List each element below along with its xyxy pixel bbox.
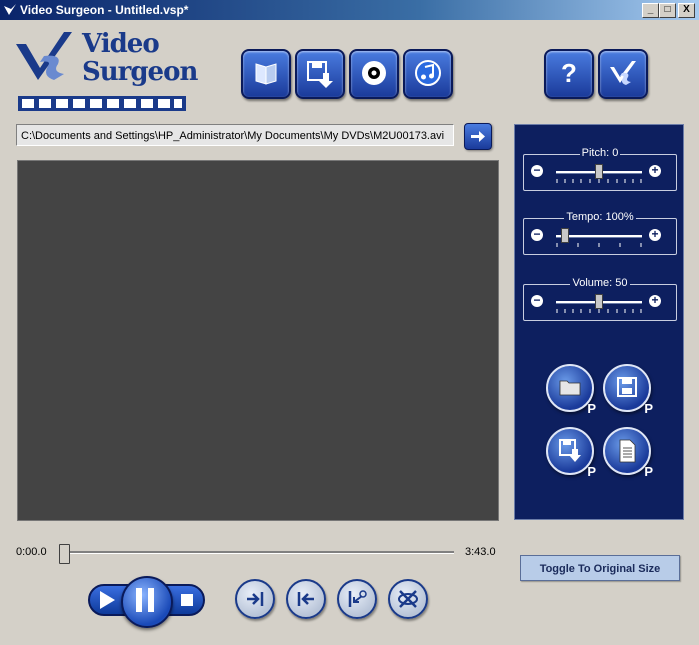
logo-v-icon [16, 32, 72, 80]
go-to-end-button[interactable] [235, 579, 275, 619]
pause-icon [136, 588, 154, 612]
go-button[interactable] [464, 123, 492, 150]
pitch-label: Pitch: 0 [579, 147, 621, 159]
stop-icon[interactable] [178, 591, 196, 609]
mark-start-button[interactable] [337, 579, 377, 619]
folder-icon [559, 380, 581, 396]
pitch-slider-thumb[interactable] [595, 164, 603, 179]
help-button[interactable]: ? [544, 49, 594, 99]
dvd-button[interactable] [349, 49, 399, 99]
tempo-decrease-button[interactable]: − [531, 228, 543, 241]
loop-off-button[interactable] [388, 579, 428, 619]
seek-track[interactable] [62, 551, 454, 554]
floppy-download-icon [307, 61, 333, 88]
open-preset-tag: P [587, 401, 596, 416]
open-project-button[interactable] [241, 49, 291, 99]
arrow-right-icon [471, 131, 485, 142]
save-preset-button[interactable]: P [603, 364, 653, 416]
new-preset-button[interactable]: P [603, 427, 653, 479]
skip-to-start-icon [297, 592, 314, 606]
pitch-decrease-button[interactable]: − [531, 164, 543, 177]
pitch-control: Pitch: 0 − + [523, 147, 677, 191]
app-window: Video Surgeon - Untitled.vsp* _ □ X Vide… [0, 0, 699, 645]
toggle-original-size-button[interactable]: Toggle To Original Size [520, 555, 680, 581]
tempo-slider-track[interactable] [556, 235, 642, 238]
audio-button[interactable] [403, 49, 453, 99]
seek-thumb[interactable] [59, 544, 70, 564]
volume-label: Volume: 50 [570, 277, 630, 289]
volume-increase-button[interactable]: + [649, 294, 661, 307]
book-icon [255, 63, 277, 85]
tempo-label: Tempo: 100% [564, 211, 636, 223]
save-preset-tag: P [644, 401, 653, 416]
audio-controls-panel: Pitch: 0 − + Tempo: 100% − + Volume: 50 … [514, 124, 684, 520]
current-time: 0:00.0 [16, 546, 47, 558]
skip-to-end-icon [247, 592, 264, 606]
svg-text:?: ? [561, 59, 577, 87]
tempo-increase-button[interactable]: + [649, 228, 661, 241]
app-logo: Video Surgeon [14, 28, 198, 114]
scalpel-icon [610, 61, 636, 85]
total-time: 3:43.0 [465, 546, 496, 558]
loop-cancel-icon [398, 590, 418, 608]
new-preset-tag: P [644, 464, 653, 479]
open-preset-button[interactable]: P [546, 364, 596, 416]
play-icon[interactable] [95, 588, 119, 612]
tempo-slider-thumb[interactable] [560, 228, 569, 243]
minimize-button[interactable]: _ [642, 3, 659, 18]
tempo-control: Tempo: 100% − + [523, 211, 677, 255]
export-preset-button[interactable]: P [546, 427, 596, 479]
maximize-button[interactable]: □ [659, 3, 676, 18]
pitch-increase-button[interactable]: + [649, 164, 661, 177]
volume-control: Volume: 50 − + [523, 277, 677, 321]
logo-text: Video Surgeon [82, 29, 198, 87]
logo-line1: Video [82, 29, 160, 59]
title-bar: Video Surgeon - Untitled.vsp* _ □ X [0, 0, 699, 20]
pause-button[interactable] [121, 576, 173, 628]
floppy-download-icon [559, 439, 581, 462]
logo-line2: Surgeon [82, 57, 198, 87]
surgeon-button[interactable] [598, 49, 648, 99]
disc-icon [362, 61, 386, 85]
tempo-ticks [556, 243, 642, 247]
floppy-icon [617, 377, 637, 397]
mark-start-icon [348, 590, 367, 607]
volume-decrease-button[interactable]: − [531, 294, 543, 307]
document-icon [619, 439, 636, 463]
save-export-button[interactable] [295, 49, 345, 99]
logo-filmstrip [18, 96, 186, 111]
music-note-icon [415, 60, 441, 86]
video-preview[interactable] [17, 160, 499, 521]
question-icon: ? [561, 58, 577, 88]
go-to-start-button[interactable] [286, 579, 326, 619]
pitch-ticks [556, 179, 642, 183]
app-icon [4, 4, 16, 15]
window-title: Video Surgeon - Untitled.vsp* [20, 3, 189, 17]
volume-slider-thumb[interactable] [595, 294, 603, 309]
export-preset-tag: P [587, 464, 596, 479]
volume-ticks [556, 309, 642, 313]
close-button[interactable]: X [678, 3, 695, 18]
file-path-field[interactable]: C:\Documents and Settings\HP_Administrat… [16, 124, 454, 146]
